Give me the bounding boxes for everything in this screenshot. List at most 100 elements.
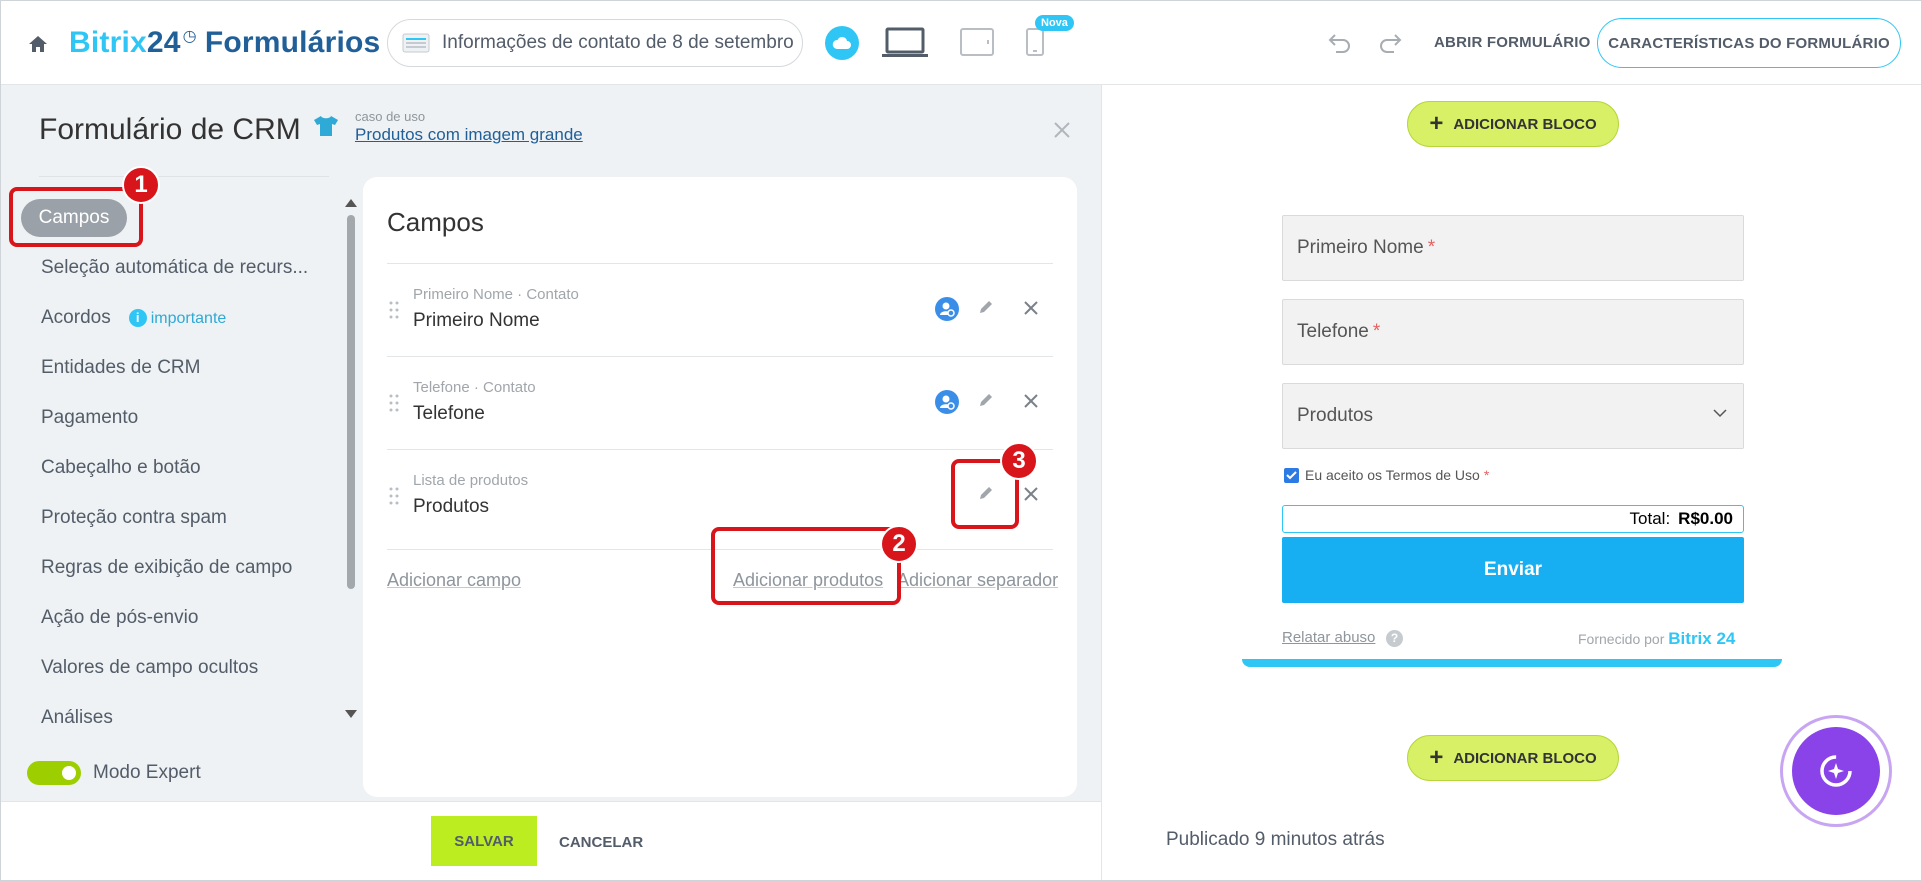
drag-handle-icon[interactable]: [389, 486, 399, 506]
field-name: Telefone: [413, 403, 485, 424]
save-button[interactable]: SALVAR: [431, 816, 537, 866]
form-preview: + ADICIONAR BLOCO Primeiro Nome * Telefone…: [1101, 85, 1921, 880]
add-block-button-top[interactable]: + ADICIONAR BLOCO: [1407, 101, 1619, 147]
phone-view-icon[interactable]: [1025, 27, 1045, 57]
contact-search-icon[interactable]: [935, 297, 959, 321]
callout-number-3: 3: [1000, 442, 1038, 480]
form-bottom-accent: [1242, 659, 1782, 667]
add-block-label: ADICIONAR BLOCO: [1453, 749, 1597, 767]
field-row[interactable]: Primeiro Nome · Contato Primeiro Nome: [387, 263, 1053, 356]
add-field-link[interactable]: Adicionar campo: [387, 570, 521, 591]
brand-number: 24: [146, 26, 181, 59]
form-selector-label: Informações de contato de 8 de setembro: [442, 32, 794, 53]
brand-clock-icon: ◷: [182, 28, 197, 45]
sidebar-item-label: Acordos: [41, 307, 111, 328]
undo-icon[interactable]: [1327, 31, 1353, 55]
use-case-label: caso de uso: [355, 109, 426, 124]
home-icon[interactable]: [27, 33, 49, 55]
top-bar: Bitrix24 ◷ Formulários Informações de cont…: [1, 1, 1921, 85]
sidebar-item-auto-selection[interactable]: Seleção automática de recurs...: [41, 257, 308, 279]
callout-number-2: 2: [880, 525, 918, 563]
expert-mode-toggle[interactable]: [27, 761, 81, 785]
redo-icon[interactable]: [1377, 31, 1403, 55]
sidebar-item-hidden-values[interactable]: Valores de campo ocultos: [41, 657, 258, 679]
input-placeholder: Primeiro Nome: [1297, 237, 1424, 258]
editor-panel: Formulário de CRM caso de uso Produtos c…: [1, 85, 1101, 880]
tablet-view-icon[interactable]: [959, 27, 995, 57]
total-label: Total:: [1629, 509, 1671, 528]
important-badge: importante: [150, 310, 227, 327]
scroll-up-arrow[interactable]: [345, 199, 357, 207]
edit-pencil-icon[interactable]: [977, 391, 995, 409]
preview-products-select[interactable]: Produtos: [1282, 383, 1744, 449]
powered-by: Fornecido por Bitrix 24: [1578, 629, 1735, 649]
drag-handle-icon[interactable]: [389, 393, 399, 413]
chevron-down-icon: [1713, 409, 1727, 418]
use-case-link[interactable]: Produtos com imagem grande: [355, 125, 583, 145]
terms-checkbox-row[interactable]: Eu aceito os Termos de Uso *: [1284, 467, 1489, 483]
scroll-down-arrow[interactable]: [345, 710, 357, 718]
field-subtitle: Lista de produtos: [413, 472, 529, 489]
cloud-view-button[interactable]: [825, 26, 859, 60]
contact-search-icon[interactable]: [935, 390, 959, 414]
sidebar-item-analytics[interactable]: Análises: [41, 707, 113, 729]
cancel-button[interactable]: CANCELAR: [559, 834, 643, 851]
send-button[interactable]: Enviar: [1282, 537, 1744, 603]
delete-icon[interactable]: [1023, 393, 1039, 409]
plus-icon: +: [1429, 744, 1444, 771]
form-selector[interactable]: Informações de contato de 8 de setembro: [387, 19, 803, 67]
brand-product: Formulários: [204, 26, 381, 59]
add-block-label: ADICIONAR BLOCO: [1453, 115, 1597, 133]
plus-icon: +: [1429, 110, 1444, 137]
field-row[interactable]: Telefone · Contato Telefone: [387, 356, 1053, 449]
callout-box-campos: [9, 187, 143, 247]
total-value: R$0.00: [1678, 509, 1733, 528]
sidebar-item-payment[interactable]: Pagamento: [41, 407, 138, 429]
panel-title: Formulário de CRM: [39, 113, 301, 146]
cloud-icon: [832, 36, 851, 49]
checkbox-checked-icon[interactable]: [1284, 467, 1299, 483]
form-features-button[interactable]: CARACTERÍSTICAS DO FORMULÁRIO: [1597, 18, 1901, 68]
close-icon[interactable]: [1053, 121, 1071, 139]
add-separator-link[interactable]: Adicionar separador: [897, 570, 1058, 591]
required-mark: *: [1427, 237, 1436, 258]
sidebar-item-header-button[interactable]: Cabeçalho e botão: [41, 457, 201, 479]
edit-pencil-icon[interactable]: [977, 298, 995, 316]
powered-by-label: Fornecido por: [1578, 631, 1665, 647]
brand-name: Bitrix: [69, 26, 147, 59]
app-window: Bitrix24 ◷ Formulários Informações de cont…: [0, 0, 1922, 881]
save-bar: SALVAR CANCELAR: [1, 801, 1101, 880]
callout-box-add-products: [711, 527, 901, 605]
brand-logo: Bitrix24 ◷ Formulários: [69, 26, 380, 60]
delete-icon[interactable]: [1023, 300, 1039, 316]
new-badge: Nova: [1035, 15, 1074, 31]
preview-first-name-input[interactable]: Primeiro Nome *: [1282, 215, 1744, 281]
sidebar-item-post-submit[interactable]: Ação de pós-envio: [41, 607, 198, 629]
select-placeholder: Produtos: [1297, 405, 1374, 426]
add-block-button-bottom[interactable]: + ADICIONAR BLOCO: [1407, 735, 1619, 781]
form-document-icon: [402, 33, 430, 53]
preview-phone-input[interactable]: Telefone *: [1282, 299, 1744, 365]
field-subtitle: Primeiro Nome · Contato: [413, 286, 579, 303]
sidebar-item-spam-protection[interactable]: Proteção contra spam: [41, 507, 227, 529]
sidebar-item-display-rules[interactable]: Regras de exibição de campo: [41, 557, 292, 579]
scrollbar-thumb[interactable]: [347, 215, 355, 589]
drag-handle-icon[interactable]: [389, 300, 399, 320]
delete-icon[interactable]: [1023, 486, 1039, 502]
ai-assistant-button[interactable]: [1780, 715, 1892, 827]
fields-title: Campos: [387, 207, 484, 237]
tshirt-icon: [314, 116, 338, 136]
required-mark: *: [1483, 467, 1490, 483]
help-question-icon[interactable]: ?: [1386, 630, 1403, 647]
assistant-inner: [1792, 727, 1880, 815]
desktop-view-icon[interactable]: [881, 27, 929, 59]
nav-divider: [39, 176, 329, 177]
callout-number-1: 1: [122, 166, 160, 204]
input-placeholder: Telefone: [1297, 321, 1369, 342]
sidebar-item-crm-entities[interactable]: Entidades de CRM: [41, 357, 200, 379]
report-abuse-link[interactable]: Relatar abuso: [1282, 629, 1375, 646]
powered-by-brand: Bitrix 24: [1668, 629, 1736, 648]
sidebar-item-agreements[interactable]: Acordos i importante: [41, 307, 226, 329]
copilot-icon: [1820, 755, 1852, 787]
open-form-link[interactable]: ABRIR FORMULÁRIO: [1434, 34, 1591, 51]
